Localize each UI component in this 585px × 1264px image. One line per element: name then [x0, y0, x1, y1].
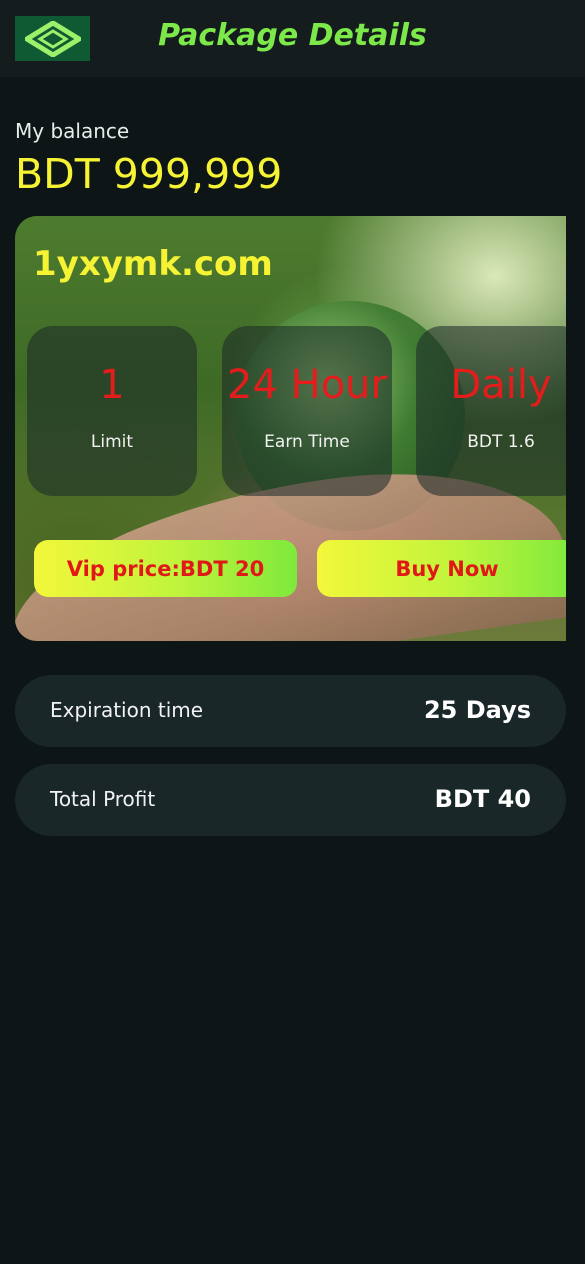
- stat-limit: 1 Limit: [27, 326, 197, 496]
- buy-now-button[interactable]: Buy Now: [317, 540, 566, 597]
- expiration-label: Expiration time: [50, 698, 204, 722]
- stat-label: BDT 1.6: [467, 432, 535, 452]
- balance-label: My balance: [15, 119, 130, 143]
- stat-value: Daily: [450, 362, 552, 408]
- page-title: Package Details: [158, 18, 427, 53]
- stat-value: 24 Hour: [227, 362, 387, 408]
- total-profit-row: Total Profit BDT 40: [15, 764, 566, 836]
- expiration-row: Expiration time 25 Days: [15, 675, 566, 747]
- stat-label: Limit: [90, 432, 134, 452]
- balance-value: BDT 999,999: [15, 150, 283, 198]
- stat-earn-time: 24 Hour Earn Time: [222, 326, 392, 496]
- stat-daily: Daily BDT 1.6: [416, 326, 566, 496]
- vip-price-button[interactable]: Vip price:BDT 20: [34, 540, 297, 597]
- site-name: 1yxymk.com: [33, 244, 273, 284]
- total-profit-value: BDT 40: [434, 785, 531, 813]
- stat-value: 1: [99, 362, 125, 408]
- expiration-value: 25 Days: [423, 696, 531, 724]
- package-card: 1yxymk.com 1 Limit 24 Hour Earn Time Dai…: [15, 216, 566, 641]
- total-profit-label: Total Profit: [50, 787, 156, 811]
- top-bar: Package Details: [0, 0, 585, 77]
- stat-label: Earn Time: [264, 432, 350, 452]
